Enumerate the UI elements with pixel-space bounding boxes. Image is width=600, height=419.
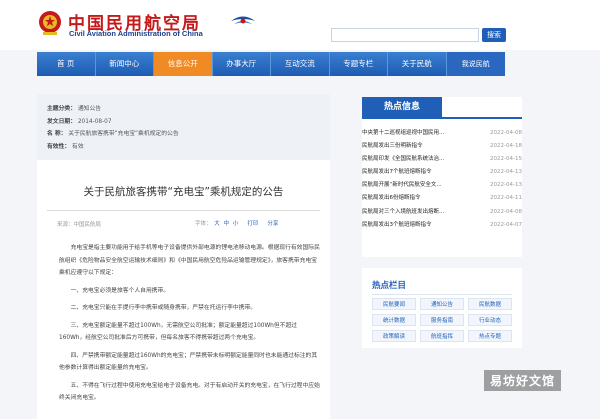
site-title-en: Civil Aviation Administration of China — [69, 29, 203, 38]
hot-news-text[interactable]: 民航局发出3个航班熔断指令 — [362, 219, 474, 232]
hot-news-text[interactable]: 民航局印发《全国民航系统法治... — [362, 153, 474, 166]
hot-news-date: 2022-04-18 — [490, 143, 522, 150]
article-paragraph: 五、不得在飞行过程中使用充电宝给电子设备充电。对于有启动开关的充电宝，在飞行过程… — [59, 382, 320, 402]
hot-news-date: 2022-04-13 — [490, 169, 522, 176]
hot-news-text[interactable]: 民航局发出7个航班熔断指令 — [362, 166, 474, 179]
national-emblem-icon — [39, 11, 61, 35]
hot-news-text[interactable]: 民航局发出三份明新指令 — [362, 140, 474, 153]
site-header: 中国民用航空局 Civil Aviation Administration of… — [0, 0, 600, 50]
article-title: 关于民航旅客携带“充电宝”乘机规定的公告 — [83, 186, 284, 198]
meta-validity-key: 有效性： — [47, 143, 71, 150]
article-paragraph: 四、严禁携带额定能量超过160Wh的充电宝；严禁携带未标明额定能量同时也未能通过… — [59, 352, 318, 372]
meta-validity-value: 有效 — [72, 143, 84, 150]
hot-news-text[interactable]: 民航局发出6份熔断指令 — [362, 192, 474, 205]
hot-columns-title: 热点栏目 — [372, 281, 407, 291]
hot-news-item[interactable]: 民航局发出3个航班熔断指令 2022-04-07 — [362, 219, 522, 232]
meta-validity: 有效性： 有效 — [47, 141, 320, 154]
hot-news-list: 中央第十二巡视组巡视中国民用... 2022-04-08 民航局发出三份明新指令 2… — [362, 127, 522, 232]
column-link[interactable]: 通知公告 — [420, 298, 464, 310]
column-link[interactable]: 统计数据 — [372, 314, 416, 326]
hot-news-date: 2022-04-15 — [490, 156, 522, 163]
hot-news-text[interactable]: 民航局对三个入境航班发出熔断... — [362, 206, 474, 219]
hot-news-item[interactable]: 民航局印发《全国民航系统法治... 2022-04-15 — [362, 153, 522, 166]
hot-news-date: 2022-04-07 — [490, 221, 522, 228]
article-paragraph: 三、充电宝额定能量不超过100Wh，无需航空公司批准；额定能量超过100Wh但不… — [59, 322, 298, 342]
nav-item-services[interactable]: 办事大厅 — [213, 52, 271, 76]
meta-date-value: 2014-08-07 — [77, 118, 112, 125]
font-medium-button[interactable]: 中 — [223, 221, 231, 227]
column-link[interactable]: 航班指挥 — [420, 330, 464, 342]
hot-columns-grid: 民航要闻 通知公告 民航数据 统计数据 服务指南 行业动态 政策解读 航班指挥 … — [372, 298, 512, 342]
font-large-button[interactable]: 大 — [213, 221, 221, 227]
hot-news-item[interactable]: 民航局发出三份明新指令 2022-04-18 — [362, 140, 522, 153]
font-small-button[interactable]: 小 — [232, 221, 240, 227]
hot-news-divider — [362, 117, 522, 119]
hot-news-item[interactable]: 中央第十二巡视组巡视中国民用... 2022-04-08 — [362, 127, 522, 140]
caac-wing-logo-icon — [231, 16, 255, 24]
nav-item-interaction[interactable]: 互动交流 — [271, 52, 330, 76]
article-paragraph: 充电宝是指主要功能用于给手机等电子设备提供外部电源的锂电池移动电源。根据现行有效… — [59, 245, 320, 276]
nav-item-about[interactable]: 关于民航 — [388, 52, 447, 76]
hot-columns-panel: 热点栏目 民航要闻 通知公告 民航数据 统计数据 服务指南 行业动态 政策解读 … — [362, 268, 522, 348]
hot-news-date: 2022-04-11 — [490, 195, 522, 202]
article-paragraph: 二、充电宝只能在手提行李中携带或随身携带，严禁在托运行李中携带。 — [70, 305, 257, 311]
nav-item-news[interactable]: 新闻中心 — [96, 52, 154, 76]
nav-item-voice[interactable]: 我说民航 — [446, 52, 505, 76]
article-source: 来源：中国民航局 — [57, 222, 102, 228]
nav-item-disclosure[interactable]: 信息公开 — [154, 52, 213, 76]
column-link[interactable]: 政策解读 — [372, 330, 416, 342]
article-paragraph: 一、充电宝必须是旅客个人自用携带。 — [70, 287, 170, 294]
print-button[interactable]: 打印 — [246, 221, 259, 227]
share-button[interactable]: 分享 — [266, 221, 279, 227]
title-divider — [47, 210, 320, 211]
column-link[interactable]: 行业动态 — [468, 314, 512, 326]
meta-category-key: 主题分类： — [47, 106, 76, 112]
column-link[interactable]: 民航数据 — [468, 298, 512, 310]
article-tools: 字体： 大 中 小 打印 分享 — [195, 219, 279, 227]
column-link[interactable]: 民航要闻 — [372, 298, 416, 310]
meta-date-key: 发文日期： — [47, 118, 76, 125]
search-button[interactable]: 搜索 — [482, 28, 506, 42]
meta-name-key: 名 称： — [47, 131, 67, 137]
hot-news-date: 2022-04-13 — [490, 182, 522, 189]
meta-category-value: 通知公告 — [77, 106, 102, 112]
nav-item-home[interactable]: 首 页 — [37, 52, 96, 76]
hot-news-date: 2022-04-08 — [490, 208, 522, 215]
article-meta: 主题分类： 通知公告 发文日期： 2014-08-07 名 称： 关于民航旅客携… — [37, 94, 330, 160]
meta-name-value: 关于民航旅客携带“充电宝”乘机规定的公告 — [68, 131, 179, 137]
meta-name: 名 称： 关于民航旅客携带“充电宝”乘机规定的公告 — [47, 128, 320, 141]
search-input[interactable] — [331, 28, 479, 42]
watermark: 易坊好文馆 — [484, 370, 562, 391]
column-link[interactable]: 热点专题 — [468, 330, 512, 342]
nav-item-topics[interactable]: 专题专栏 — [330, 52, 388, 76]
hot-news-text[interactable]: 民航局开展“新时代民航安全文... — [362, 179, 474, 192]
hot-news-panel: 热点信息 中央第十二巡视组巡视中国民用... 2022-04-08 民航局发出三份… — [362, 97, 522, 257]
hot-news-date: 2022-04-08 — [490, 130, 522, 136]
hot-news-item[interactable]: 民航局发出6份熔断指令 2022-04-11 — [362, 192, 522, 205]
meta-category: 主题分类： 通知公告 — [47, 103, 320, 116]
article-panel: 主题分类： 通知公告 发文日期： 2014-08-07 名 称： 关于民航旅客携… — [37, 94, 330, 419]
hot-news-item[interactable]: 民航局开展“新时代民航安全文... 2022-04-13 — [362, 179, 522, 192]
hot-news-text[interactable]: 中央第十二巡视组巡视中国民用... — [362, 127, 474, 140]
column-link[interactable]: 服务指南 — [420, 314, 464, 326]
hot-news-title: 热点信息 — [362, 97, 442, 117]
article-body: 充电宝是指主要功能用于给手机等电子设备提供外部电源的锂电池移动电源。根据现行有效… — [59, 242, 321, 410]
hot-columns-divider — [372, 294, 512, 295]
meta-date: 发文日期： 2014-08-07 — [47, 116, 320, 129]
hot-news-item[interactable]: 民航局对三个入境航班发出熔断... 2022-04-08 — [362, 206, 522, 219]
hot-news-item[interactable]: 民航局发出7个航班熔断指令 2022-04-13 — [362, 166, 522, 179]
font-size-label: 字体： — [195, 221, 212, 227]
main-nav: 首 页 新闻中心 信息公开 办事大厅 互动交流 专题专栏 关于民航 我说民航 — [37, 52, 505, 76]
